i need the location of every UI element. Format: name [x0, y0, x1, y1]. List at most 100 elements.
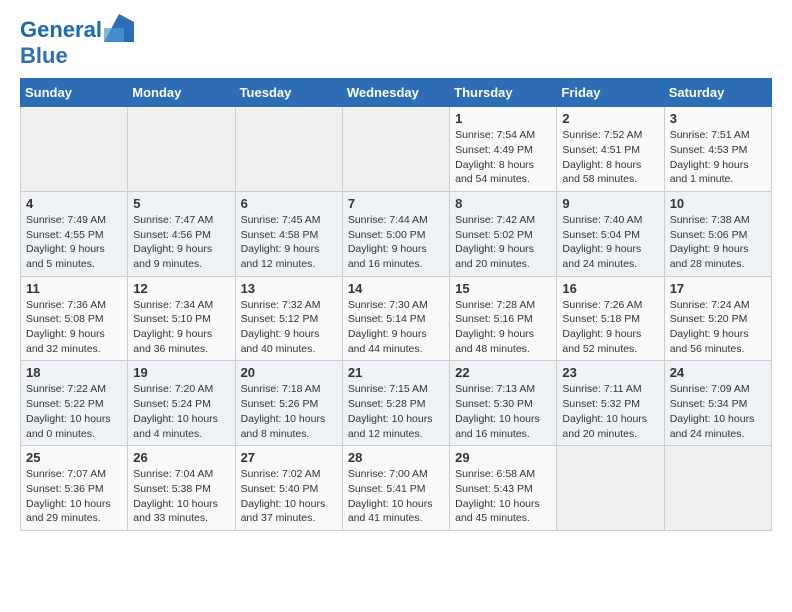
- day-number: 12: [133, 281, 229, 296]
- day-number: 23: [562, 365, 658, 380]
- calendar-cell: 29 Sunrise: 6:58 AMSunset: 5:43 PMDayligh…: [450, 446, 557, 531]
- calendar-cell: 11Sunrise: 7:36 AMSunset: 5:08 PMDayligh…: [21, 276, 128, 361]
- day-number: 18: [26, 365, 122, 380]
- day-number: 22: [455, 365, 551, 380]
- day-detail: Sunrise: 7:15 AMSunset: 5:28 PMDaylight:…: [348, 382, 444, 441]
- calendar-cell: 19 Sunrise: 7:20 AMSunset: 5:24 PMDayligh…: [128, 361, 235, 446]
- calendar-cell: 1 Sunrise: 7:54 AMSunset: 4:49 PMDaylight…: [450, 107, 557, 192]
- week-row-3: 11Sunrise: 7:36 AMSunset: 5:08 PMDayligh…: [21, 276, 772, 361]
- week-row-4: 18 Sunrise: 7:22 AMSunset: 5:22 PMDayligh…: [21, 361, 772, 446]
- day-detail: Sunrise: 7:42 AMSunset: 5:02 PMDaylight:…: [455, 213, 551, 272]
- week-row-2: 4 Sunrise: 7:49 AMSunset: 4:55 PMDaylight…: [21, 191, 772, 276]
- day-number: 29: [455, 450, 551, 465]
- day-number: 9: [562, 196, 658, 211]
- day-number: 7: [348, 196, 444, 211]
- day-detail: Sunrise: 7:38 AMSunset: 5:06 PMDaylight:…: [670, 213, 766, 272]
- calendar-header-row: SundayMondayTuesdayWednesdayThursdayFrid…: [21, 79, 772, 107]
- calendar-cell: 12 Sunrise: 7:34 AMSunset: 5:10 PMDayligh…: [128, 276, 235, 361]
- day-number: 26: [133, 450, 229, 465]
- day-number: 14: [348, 281, 444, 296]
- col-header-saturday: Saturday: [664, 79, 771, 107]
- day-number: 27: [241, 450, 337, 465]
- day-detail: Sunrise: 7:34 AMSunset: 5:10 PMDaylight:…: [133, 298, 229, 357]
- calendar-cell: [342, 107, 449, 192]
- calendar-cell: 28 Sunrise: 7:00 AMSunset: 5:41 PMDayligh…: [342, 446, 449, 531]
- day-number: 6: [241, 196, 337, 211]
- day-detail: Sunrise: 7:11 AMSunset: 5:32 PMDaylight:…: [562, 382, 658, 441]
- day-detail: Sunrise: 7:30 AMSunset: 5:14 PMDaylight:…: [348, 298, 444, 357]
- calendar-cell: 24 Sunrise: 7:09 AMSunset: 5:34 PMDayligh…: [664, 361, 771, 446]
- day-detail: Sunrise: 7:07 AMSunset: 5:36 PMDaylight:…: [26, 467, 122, 526]
- calendar-cell: [21, 107, 128, 192]
- calendar-cell: 6 Sunrise: 7:45 AMSunset: 4:58 PMDaylight…: [235, 191, 342, 276]
- col-header-friday: Friday: [557, 79, 664, 107]
- day-detail: Sunrise: 7:36 AMSunset: 5:08 PMDaylight:…: [26, 298, 122, 357]
- day-detail: Sunrise: 7:20 AMSunset: 5:24 PMDaylight:…: [133, 382, 229, 441]
- day-detail: Sunrise: 7:40 AMSunset: 5:04 PMDaylight:…: [562, 213, 658, 272]
- day-number: 4: [26, 196, 122, 211]
- col-header-wednesday: Wednesday: [342, 79, 449, 107]
- week-row-5: 25Sunrise: 7:07 AMSunset: 5:36 PMDayligh…: [21, 446, 772, 531]
- day-detail: Sunrise: 7:22 AMSunset: 5:22 PMDaylight:…: [26, 382, 122, 441]
- day-number: 19: [133, 365, 229, 380]
- day-detail: Sunrise: 7:54 AMSunset: 4:49 PMDaylight:…: [455, 128, 551, 187]
- calendar-table: SundayMondayTuesdayWednesdayThursdayFrid…: [20, 78, 772, 531]
- day-number: 15: [455, 281, 551, 296]
- calendar-cell: 3Sunrise: 7:51 AMSunset: 4:53 PMDaylight…: [664, 107, 771, 192]
- day-number: 21: [348, 365, 444, 380]
- logo-text: General: [20, 18, 102, 42]
- day-detail: Sunrise: 7:24 AMSunset: 5:20 PMDaylight:…: [670, 298, 766, 357]
- day-detail: Sunrise: 7:51 AMSunset: 4:53 PMDaylight:…: [670, 128, 766, 187]
- day-number: 2: [562, 111, 658, 126]
- calendar-cell: 14 Sunrise: 7:30 AMSunset: 5:14 PMDayligh…: [342, 276, 449, 361]
- col-header-tuesday: Tuesday: [235, 79, 342, 107]
- calendar-cell: [235, 107, 342, 192]
- calendar-cell: 18 Sunrise: 7:22 AMSunset: 5:22 PMDayligh…: [21, 361, 128, 446]
- calendar-cell: 4 Sunrise: 7:49 AMSunset: 4:55 PMDaylight…: [21, 191, 128, 276]
- calendar-cell: 23 Sunrise: 7:11 AMSunset: 5:32 PMDayligh…: [557, 361, 664, 446]
- day-detail: Sunrise: 6:58 AMSunset: 5:43 PMDaylight:…: [455, 467, 551, 526]
- calendar-cell: 13 Sunrise: 7:32 AMSunset: 5:12 PMDayligh…: [235, 276, 342, 361]
- day-number: 5: [133, 196, 229, 211]
- day-number: 24: [670, 365, 766, 380]
- calendar-cell: 5 Sunrise: 7:47 AMSunset: 4:56 PMDaylight…: [128, 191, 235, 276]
- calendar-cell: 21 Sunrise: 7:15 AMSunset: 5:28 PMDayligh…: [342, 361, 449, 446]
- day-detail: Sunrise: 7:09 AMSunset: 5:34 PMDaylight:…: [670, 382, 766, 441]
- calendar-cell: 20 Sunrise: 7:18 AMSunset: 5:26 PMDayligh…: [235, 361, 342, 446]
- day-detail: Sunrise: 7:44 AMSunset: 5:00 PMDaylight:…: [348, 213, 444, 272]
- day-detail: Sunrise: 7:49 AMSunset: 4:55 PMDaylight:…: [26, 213, 122, 272]
- calendar-cell: 22 Sunrise: 7:13 AMSunset: 5:30 PMDayligh…: [450, 361, 557, 446]
- day-number: 16: [562, 281, 658, 296]
- day-number: 13: [241, 281, 337, 296]
- day-detail: Sunrise: 7:26 AMSunset: 5:18 PMDaylight:…: [562, 298, 658, 357]
- col-header-sunday: Sunday: [21, 79, 128, 107]
- day-detail: Sunrise: 7:32 AMSunset: 5:12 PMDaylight:…: [241, 298, 337, 357]
- calendar-cell: 7 Sunrise: 7:44 AMSunset: 5:00 PMDaylight…: [342, 191, 449, 276]
- day-detail: Sunrise: 7:47 AMSunset: 4:56 PMDaylight:…: [133, 213, 229, 272]
- calendar-cell: 17Sunrise: 7:24 AMSunset: 5:20 PMDayligh…: [664, 276, 771, 361]
- day-detail: Sunrise: 7:28 AMSunset: 5:16 PMDaylight:…: [455, 298, 551, 357]
- calendar-cell: 2 Sunrise: 7:52 AMSunset: 4:51 PMDaylight…: [557, 107, 664, 192]
- col-header-thursday: Thursday: [450, 79, 557, 107]
- logo: General Blue: [20, 16, 134, 68]
- day-detail: Sunrise: 7:13 AMSunset: 5:30 PMDaylight:…: [455, 382, 551, 441]
- day-detail: Sunrise: 7:45 AMSunset: 4:58 PMDaylight:…: [241, 213, 337, 272]
- calendar-cell: 25Sunrise: 7:07 AMSunset: 5:36 PMDayligh…: [21, 446, 128, 531]
- logo-icon: [104, 14, 134, 42]
- day-detail: Sunrise: 7:18 AMSunset: 5:26 PMDaylight:…: [241, 382, 337, 441]
- calendar-cell: 9 Sunrise: 7:40 AMSunset: 5:04 PMDaylight…: [557, 191, 664, 276]
- week-row-1: 1 Sunrise: 7:54 AMSunset: 4:49 PMDaylight…: [21, 107, 772, 192]
- calendar-cell: [557, 446, 664, 531]
- calendar-cell: 16 Sunrise: 7:26 AMSunset: 5:18 PMDayligh…: [557, 276, 664, 361]
- day-detail: Sunrise: 7:04 AMSunset: 5:38 PMDaylight:…: [133, 467, 229, 526]
- day-detail: Sunrise: 7:00 AMSunset: 5:41 PMDaylight:…: [348, 467, 444, 526]
- header: General Blue: [20, 16, 772, 68]
- col-header-monday: Monday: [128, 79, 235, 107]
- day-number: 28: [348, 450, 444, 465]
- logo-blue-text: Blue: [20, 44, 68, 68]
- day-number: 1: [455, 111, 551, 126]
- calendar-cell: [664, 446, 771, 531]
- day-detail: Sunrise: 7:52 AMSunset: 4:51 PMDaylight:…: [562, 128, 658, 187]
- day-number: 20: [241, 365, 337, 380]
- calendar-cell: 26 Sunrise: 7:04 AMSunset: 5:38 PMDayligh…: [128, 446, 235, 531]
